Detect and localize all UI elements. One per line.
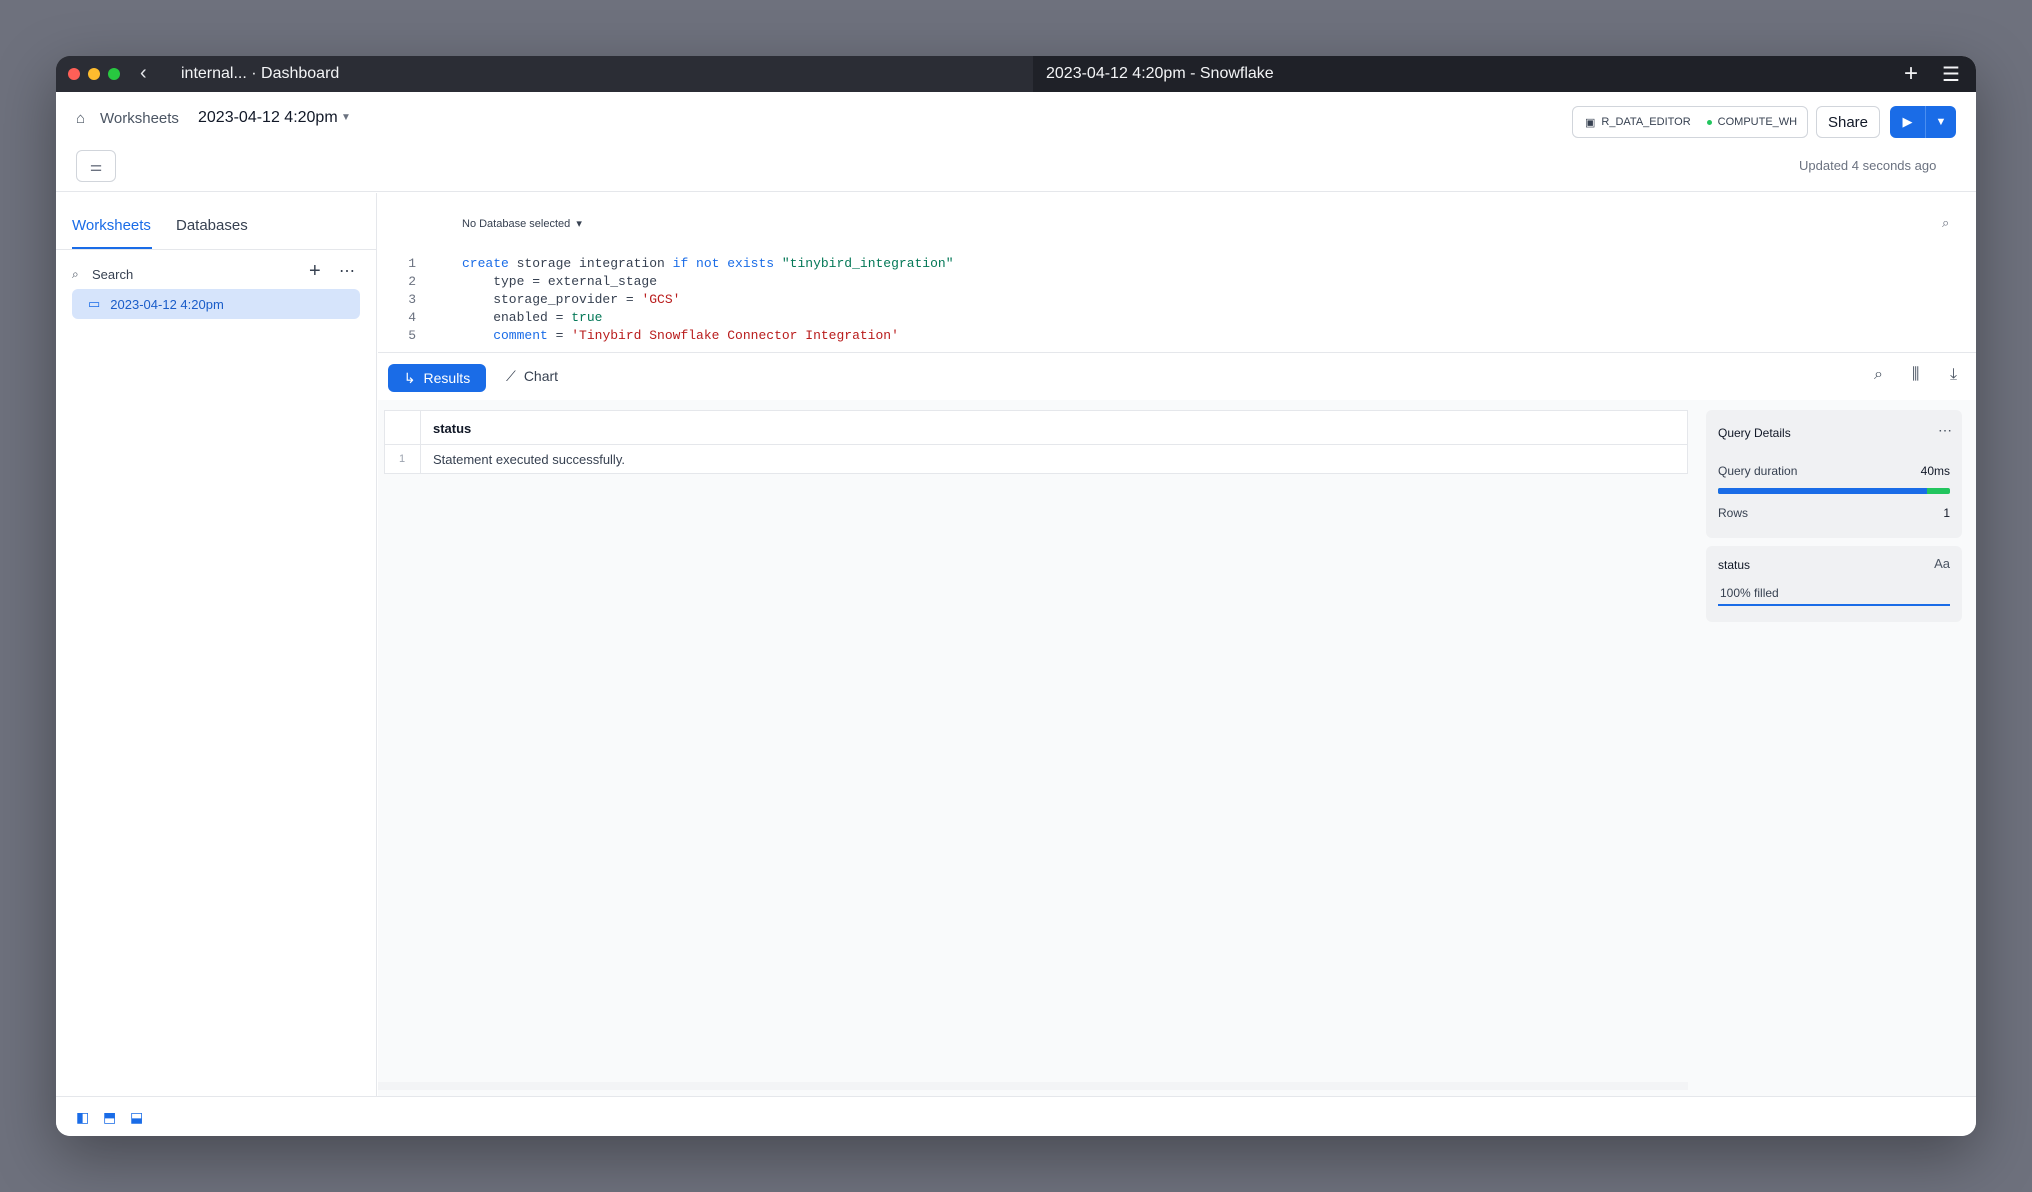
results-search-icon[interactable]: ⌕ xyxy=(1874,366,1883,384)
app-window: ‹ internal... · Dashboard 2023-04-12 4:2… xyxy=(56,56,1976,1136)
sidebar-search-input[interactable]: Search xyxy=(92,267,133,282)
row-number: 1 xyxy=(399,453,406,465)
filled-bar xyxy=(1718,604,1950,606)
sliders-icon: ⚌ xyxy=(89,157,103,174)
query-details-card: Query Details ⋯ Query duration 40ms Rows… xyxy=(1706,410,1962,538)
right-tab-title: 2023-04-12 4:20pm - Snowflake xyxy=(1046,65,1274,82)
code-line: 2 type = external_stage xyxy=(408,274,658,289)
column-header-status[interactable]: status xyxy=(433,421,471,436)
download-icon[interactable]: ⤓ xyxy=(1950,366,1957,384)
sidebar-item-label: 2023-04-12 4:20pm xyxy=(110,296,224,312)
worksheet-header: ⌂ Worksheets 2023-04-12 4:20pm ▼ ⚌ ▣ R_D… xyxy=(56,92,1976,192)
rows-label: Rows xyxy=(1718,506,1749,520)
return-arrow-icon: ↳ xyxy=(403,369,416,386)
sidebar: Worksheets Databases ⌕ Search + ⋯ ▭ 2023… xyxy=(56,193,377,1096)
query-duration-value: 40ms xyxy=(1920,464,1950,478)
updated-status: Updated 4 seconds ago xyxy=(1799,158,1937,173)
tab-databases[interactable]: Databases xyxy=(176,217,248,234)
new-tab-icon[interactable]: + xyxy=(1904,60,1918,88)
filled-percentage: 100% filled xyxy=(1720,586,1779,600)
results-area: status 1 Statement executed successfully… xyxy=(378,400,1976,1096)
horizontal-scrollbar[interactable] xyxy=(378,1082,1688,1090)
code-line: 3 storage_provider = 'GCS' xyxy=(408,292,681,307)
database-selector[interactable]: No Database selected ▾ xyxy=(462,217,582,230)
warehouse-label: COMPUTE_WH xyxy=(1717,116,1798,128)
menu-icon[interactable]: ☰ xyxy=(1942,62,1960,87)
rows-value: 1 xyxy=(1943,506,1950,520)
more-options-icon[interactable]: ⋯ xyxy=(339,261,355,281)
code-area[interactable]: 1 create storage integration if not exist… xyxy=(378,255,954,345)
run-button-group: ▶ ▼ xyxy=(1890,106,1956,138)
more-options-icon[interactable]: ⋯ xyxy=(1938,422,1952,439)
text-type-icon: Aa xyxy=(1934,556,1950,571)
sql-editor[interactable]: No Database selected ▾ ⌕ 1 create storage… xyxy=(378,193,1976,353)
bottom-bar: ◧ ⬒ ⬓ xyxy=(56,1096,1976,1136)
warehouse-status-dot xyxy=(1706,119,1712,125)
code-line: 4 enabled = true xyxy=(408,310,603,325)
tab-results[interactable]: ↳ Results xyxy=(388,364,486,392)
column-stats-card[interactable]: status Aa 100% filled xyxy=(1706,546,1962,622)
chevron-down-icon[interactable]: ▼ xyxy=(341,112,351,123)
run-play-icon[interactable]: ▶ xyxy=(1890,106,1926,138)
top-panel-toggle-icon[interactable]: ⬒ xyxy=(103,1109,116,1126)
sidebar-item-worksheet[interactable]: ▭ 2023-04-12 4:20pm xyxy=(72,289,360,319)
document-icon: ▭ xyxy=(88,296,101,311)
sidebar-divider xyxy=(56,249,377,250)
back-arrow-icon[interactable]: ‹ xyxy=(140,62,147,85)
worksheet-title[interactable]: 2023-04-12 4:20pm xyxy=(198,109,338,127)
editor-search-icon[interactable]: ⌕ xyxy=(1942,215,1949,231)
code-line: 5 comment = 'Tinybird Snowflake Connecto… xyxy=(408,328,899,343)
role-label: R_DATA_EDITOR xyxy=(1601,116,1691,128)
results-toolbar: ↳ Results ⟋ Chart ⌕ ⫼ ⤓ ◫ xyxy=(378,354,1976,400)
maximize-window-button[interactable] xyxy=(108,68,120,80)
code-line: 1 create storage integration if not exist… xyxy=(408,256,954,271)
search-icon: ⌕ xyxy=(72,267,79,281)
role-warehouse-selector[interactable]: ▣ R_DATA_EDITOR COMPUTE_WH xyxy=(1572,106,1808,138)
close-window-button[interactable] xyxy=(68,68,80,80)
home-icon[interactable]: ⌂ xyxy=(76,110,85,127)
columns-icon[interactable]: ⫼ xyxy=(1912,366,1919,384)
add-worksheet-icon[interactable]: + xyxy=(309,260,321,283)
query-details-title: Query Details xyxy=(1718,426,1791,440)
title-bar: ‹ internal... · Dashboard 2023-04-12 4:2… xyxy=(56,56,1976,92)
bottom-panel-toggle-icon[interactable]: ⬓ xyxy=(130,1109,143,1126)
share-button[interactable]: Share xyxy=(1816,106,1880,138)
left-tab-title: internal... · Dashboard xyxy=(181,65,340,82)
breadcrumb-worksheets[interactable]: Worksheets xyxy=(100,110,179,127)
query-duration-bar xyxy=(1718,488,1950,494)
filter-settings-button[interactable]: ⚌ xyxy=(76,150,116,182)
chart-line-icon: ⟋ xyxy=(506,368,516,384)
run-options-chevron-icon[interactable]: ▼ xyxy=(1926,106,1956,138)
left-panel-toggle-icon[interactable]: ◧ xyxy=(76,1109,89,1126)
column-stats-name: status xyxy=(1718,558,1751,572)
tab-chart[interactable]: ⟋ Chart xyxy=(506,368,558,385)
results-table: status 1 Statement executed successfully… xyxy=(384,410,1688,474)
query-duration-label: Query duration xyxy=(1718,464,1798,478)
tab-worksheets[interactable]: Worksheets xyxy=(72,217,151,234)
table-header xyxy=(385,411,1687,445)
query-duration-bar-fill xyxy=(1718,488,1927,494)
role-icon: ▣ xyxy=(1585,116,1596,129)
table-cell[interactable]: Statement executed successfully. xyxy=(433,452,625,467)
minimize-window-button[interactable] xyxy=(88,68,100,80)
